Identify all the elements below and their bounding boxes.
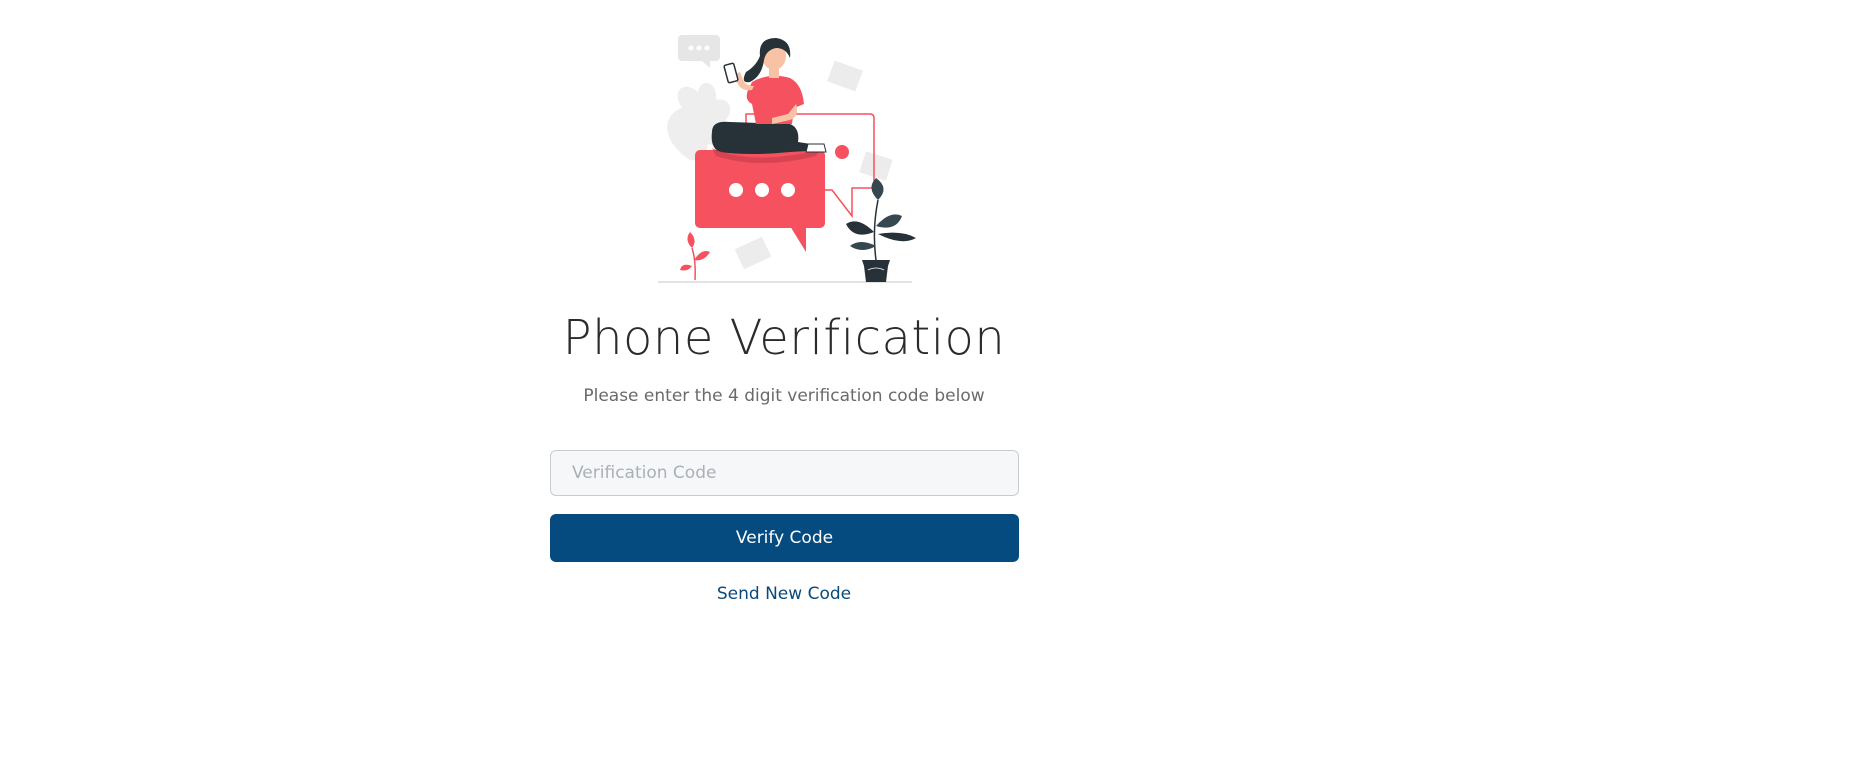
verify-code-button[interactable]: Verify Code xyxy=(550,514,1019,562)
resend-link-container: Send New Code xyxy=(0,582,1568,606)
page-title: Phone Verification xyxy=(562,310,1006,366)
instruction-text: Please enter the 4 digit verification co… xyxy=(583,386,985,406)
verification-page: Phone Verification Please enter the 4 di… xyxy=(0,0,1568,656)
woman-with-phone-on-chat-bubbles-illustration xyxy=(658,35,916,283)
verification-code-input[interactable] xyxy=(550,450,1019,496)
send-new-code-link[interactable]: Send New Code xyxy=(717,584,851,604)
